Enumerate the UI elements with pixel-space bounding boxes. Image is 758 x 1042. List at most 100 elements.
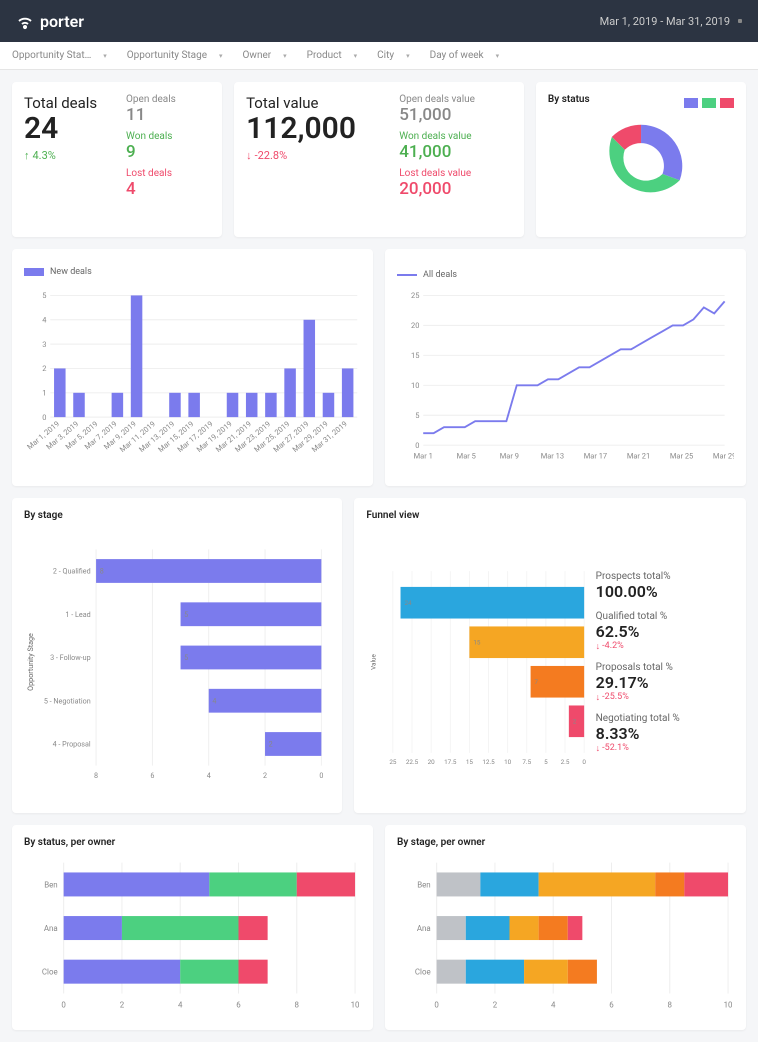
arrow-down-icon: ↓ xyxy=(596,743,601,754)
svg-text:4: 4 xyxy=(42,316,47,325)
svg-text:2: 2 xyxy=(120,1000,125,1009)
svg-text:12.5: 12.5 xyxy=(483,758,496,766)
svg-text:4 - Proposal: 4 - Proposal xyxy=(53,740,91,749)
donut-card: By status xyxy=(536,82,746,237)
svg-text:6: 6 xyxy=(609,1000,614,1009)
filter-product[interactable]: Product xyxy=(307,50,357,61)
open-deals-label: Open deals xyxy=(126,94,210,105)
total-deals-label: Total deals xyxy=(24,94,108,112)
svg-text:24: 24 xyxy=(405,599,413,607)
by-stage-chart: 0246882 - Qualified51 - Lead53 - Follow-… xyxy=(24,527,330,797)
filter-bar: Opportunity Stat… Opportunity Stage Owne… xyxy=(0,42,758,70)
svg-text:7.5: 7.5 xyxy=(523,758,532,766)
svg-text:Mar 5: Mar 5 xyxy=(457,451,476,460)
svg-text:10: 10 xyxy=(411,381,419,390)
svg-text:3: 3 xyxy=(42,340,46,349)
svg-text:15: 15 xyxy=(466,758,474,766)
all-deals-legend: All deals xyxy=(397,270,457,280)
svg-text:1 - Lead: 1 - Lead xyxy=(65,610,90,619)
svg-text:Cloe: Cloe xyxy=(415,968,431,977)
donut-chart xyxy=(548,111,734,221)
all-deals-chart-card: All deals 0510152025Mar 1Mar 5Mar 9Mar 1… xyxy=(385,249,746,486)
funnel-stat-negotiating: Negotiating total % 8.33% ↓-52.1% xyxy=(596,713,734,754)
svg-text:5: 5 xyxy=(184,610,188,619)
svg-text:5 - Negotiation: 5 - Negotiation xyxy=(44,696,91,705)
open-value-value: 51,000 xyxy=(399,105,512,125)
svg-text:Mar 1: Mar 1 xyxy=(414,451,433,460)
svg-text:2: 2 xyxy=(263,771,267,780)
svg-text:5: 5 xyxy=(544,758,548,766)
filter-day-of-week[interactable]: Day of week xyxy=(430,50,500,61)
filter-owner[interactable]: Owner xyxy=(243,50,287,61)
svg-text:4: 4 xyxy=(212,696,216,705)
filter-opportunity-stage[interactable]: Opportunity Stage xyxy=(127,50,223,61)
open-value-label: Open deals value xyxy=(399,94,512,105)
svg-text:0: 0 xyxy=(434,1000,438,1009)
lost-value-value: 20,000 xyxy=(399,179,512,199)
arrow-up-icon: ↑ xyxy=(24,149,30,162)
svg-text:7: 7 xyxy=(535,678,539,686)
svg-text:Mar 9: Mar 9 xyxy=(500,451,519,460)
svg-text:10: 10 xyxy=(351,1000,360,1009)
svg-text:1: 1 xyxy=(42,389,46,398)
svg-text:8: 8 xyxy=(295,1000,300,1009)
svg-text:4: 4 xyxy=(178,1000,183,1009)
legend-lost-swatch xyxy=(720,98,734,108)
svg-text:2 - Qualified: 2 - Qualified xyxy=(53,567,91,576)
new-deals-legend: New deals xyxy=(24,267,92,277)
svg-text:Ben: Ben xyxy=(417,880,431,889)
open-deals-value: 11 xyxy=(126,105,210,125)
svg-text:2: 2 xyxy=(573,718,577,726)
svg-text:20: 20 xyxy=(411,321,419,330)
new-deals-chart-card: New deals 012345Mar 1, 2019Mar 3, 2019Ma… xyxy=(12,249,373,486)
funnel-title: Funnel view xyxy=(366,510,734,521)
svg-text:5: 5 xyxy=(415,411,419,420)
date-range-picker[interactable]: Mar 1, 2019 - Mar 31, 2019 xyxy=(600,15,742,28)
svg-text:22.5: 22.5 xyxy=(406,758,419,766)
svg-text:20: 20 xyxy=(428,758,436,766)
by-stage-title: By stage xyxy=(24,510,330,521)
total-deals-value: 24 xyxy=(24,112,108,145)
svg-text:Ben: Ben xyxy=(44,880,58,889)
stage-per-owner-title: By stage, per owner xyxy=(397,837,734,848)
svg-text:2: 2 xyxy=(269,740,273,749)
svg-text:2.5: 2.5 xyxy=(561,758,570,766)
svg-text:8: 8 xyxy=(668,1000,673,1009)
arrow-down-icon: ↓ xyxy=(246,149,252,162)
won-deals-label: Won deals xyxy=(126,131,210,142)
total-value-value: 112,000 xyxy=(246,112,381,145)
svg-text:0: 0 xyxy=(42,413,46,422)
wifi-icon xyxy=(16,12,34,30)
svg-text:Ana: Ana xyxy=(44,924,58,933)
all-deals-chart: 0510152025Mar 1Mar 5Mar 9Mar 13Mar 17Mar… xyxy=(397,280,734,470)
svg-text:15: 15 xyxy=(474,639,482,647)
status-per-owner-chart: 0 2 4 6 8 10 Ben Ana Cloe xyxy=(24,854,361,1014)
svg-text:2: 2 xyxy=(493,1000,498,1009)
svg-text:6: 6 xyxy=(150,771,154,780)
stage-per-owner-card: By stage, per owner 0246810BenAnaCloe xyxy=(385,825,746,1030)
funnel-card: Funnel view 02.557.51012.51517.52022.525… xyxy=(354,498,746,813)
total-deals-change: ↑4.3% xyxy=(24,149,108,162)
status-per-owner-title: By status, per owner xyxy=(24,837,361,848)
filter-opportunity-status[interactable]: Opportunity Stat… xyxy=(12,50,107,61)
filter-city[interactable]: City xyxy=(377,50,409,61)
svg-text:5: 5 xyxy=(184,653,188,662)
total-value-change: ↓-22.8% xyxy=(246,149,381,162)
svg-text:Ana: Ana xyxy=(417,924,431,933)
arrow-down-icon: ↓ xyxy=(596,692,601,703)
funnel-stat-qualified: Qualified total % 62.5% ↓-4.2% xyxy=(596,611,734,652)
stage-per-owner-chart: 0246810BenAnaCloe xyxy=(397,854,734,1014)
svg-text:Mar 29: Mar 29 xyxy=(713,451,734,460)
status-per-owner-card: By status, per owner 0 2 4 6 8 10 Ben Ana Cloe xyxy=(12,825,373,1030)
by-stage-card: By stage 0246882 - Qualified51 - Lead53 … xyxy=(12,498,342,813)
dashboard-grid: Total deals 24 ↑4.3% Open deals 11 Won d… xyxy=(0,70,758,1042)
svg-text:0: 0 xyxy=(583,758,587,766)
svg-text:0: 0 xyxy=(61,1000,65,1009)
svg-text:Value: Value xyxy=(370,654,378,670)
svg-text:Cloe: Cloe xyxy=(42,968,58,977)
svg-text:Mar 21: Mar 21 xyxy=(627,451,650,460)
svg-text:4: 4 xyxy=(551,1000,556,1009)
won-value-label: Won deals value xyxy=(399,131,512,142)
legend-open-swatch xyxy=(684,98,698,108)
svg-text:6: 6 xyxy=(236,1000,241,1009)
